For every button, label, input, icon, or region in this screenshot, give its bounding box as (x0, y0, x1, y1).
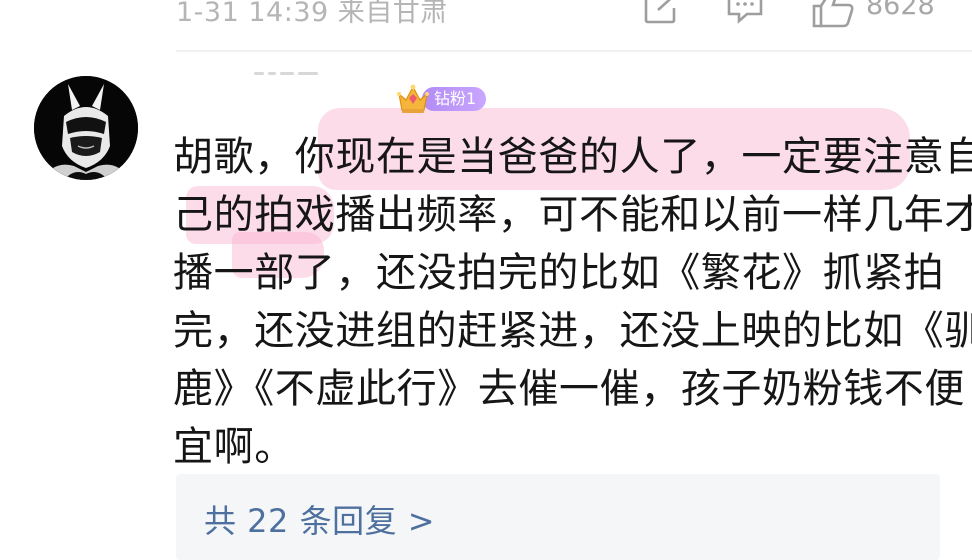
fan-badge-label: 钻粉1 (422, 87, 487, 111)
thumbs-up-icon[interactable] (810, 0, 856, 28)
timestamp-location: 1-31 14:39 来自甘肃 (176, 0, 448, 29)
comment-icon[interactable] (725, 0, 765, 24)
batman-avatar-image (34, 76, 138, 180)
comment-meta-row: 1-31 14:39 来自甘肃 8628 (0, 0, 972, 34)
comment-line: 己的拍戏播出频率，可不能和以前一样几年才 (173, 192, 972, 238)
avatar[interactable] (34, 76, 138, 180)
comment-line: 鹿》《不虚此行》去催一催，孩子奶粉钱不便 (173, 366, 965, 412)
comment-line: 宜啊。 (173, 424, 295, 470)
view-replies-link[interactable]: 共 22 条回复 > (204, 496, 435, 542)
share-icon[interactable] (642, 0, 682, 24)
replies-box[interactable]: 共 22 条回复 > (176, 474, 940, 560)
location: 来自甘肃 (337, 0, 448, 28)
username-placeholder (176, 72, 376, 80)
like-count: 8628 (866, 0, 935, 21)
timestamp: 1-31 14:39 (176, 0, 329, 28)
divider (176, 50, 972, 52)
comment-body: 胡歌，你现在是当爸爸的人了，一定要注意自 己的拍戏播出频率，可不能和以前一样几年… (173, 128, 972, 476)
comment-line: 播一部了，还没拍完的比如《繁花》抓紧拍 (173, 250, 945, 296)
crown-icon (397, 84, 429, 113)
comment-line: 完，还没进组的赶紧进，还没上映的比如《驯 (173, 308, 972, 354)
comment-line: 胡歌，你现在是当爸爸的人了，一定要注意自 (173, 134, 972, 180)
